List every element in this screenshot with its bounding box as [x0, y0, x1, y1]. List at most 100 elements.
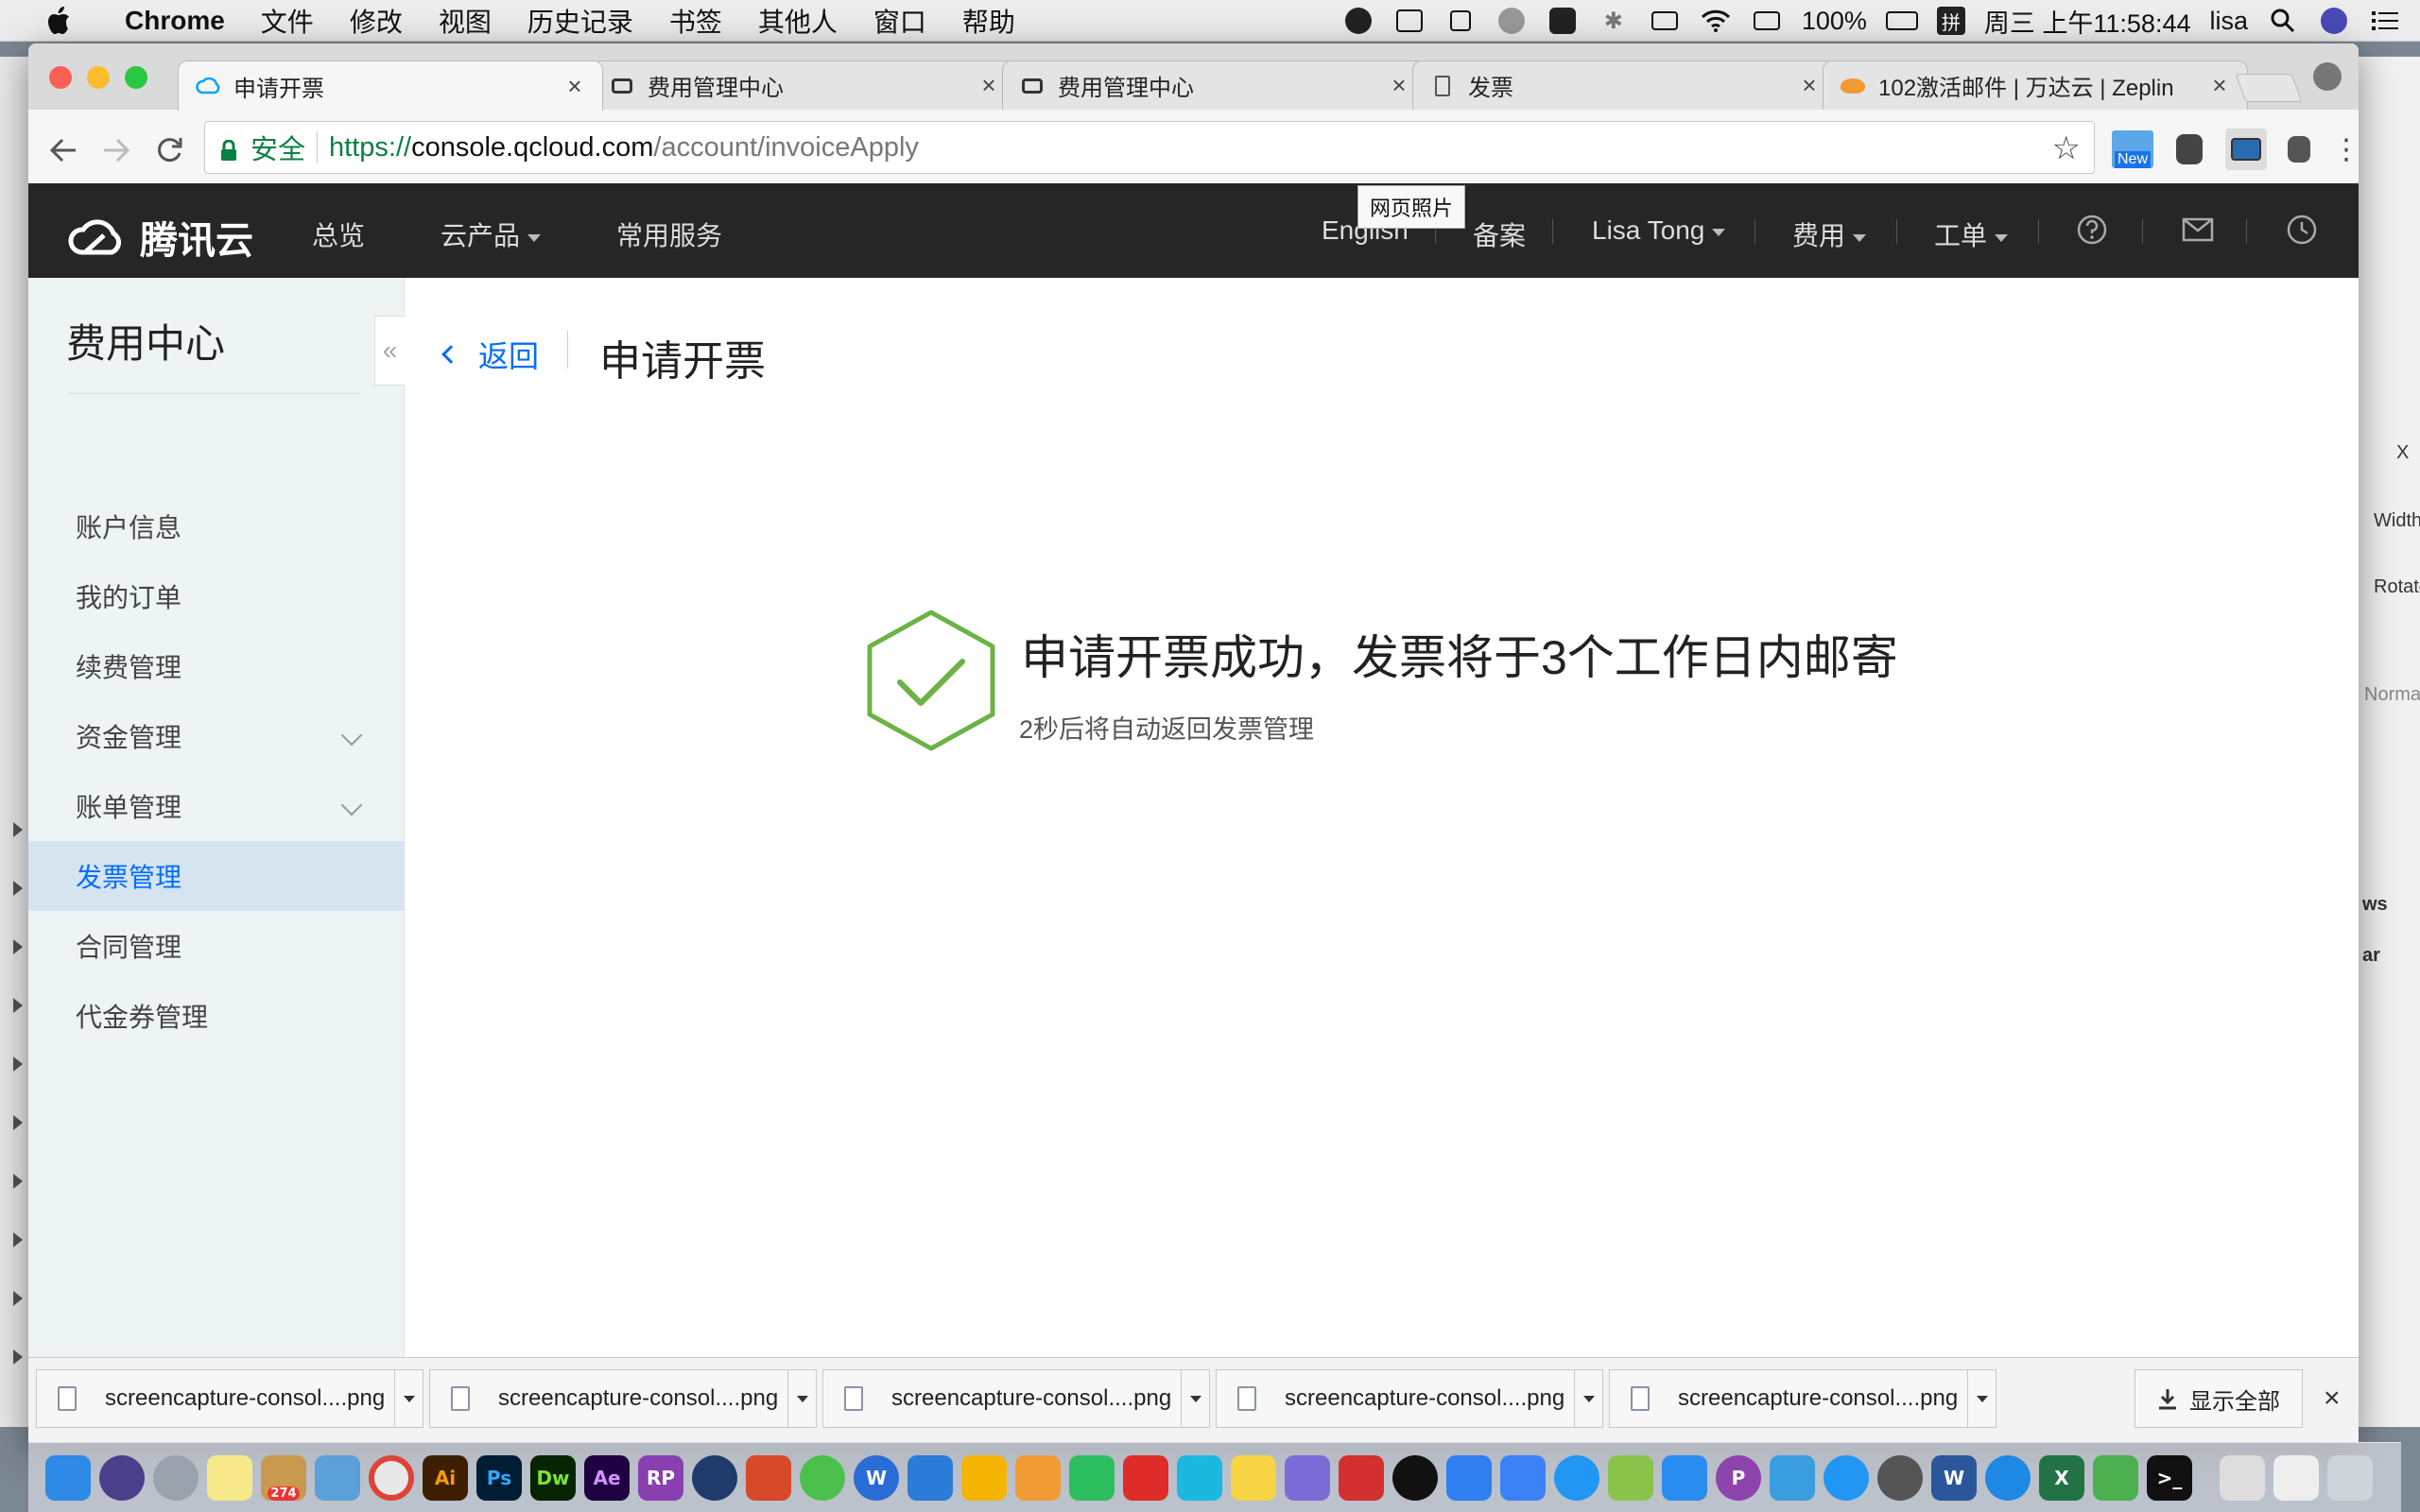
menu-history[interactable]: 历史记录: [527, 2, 633, 40]
word-icon[interactable]: W: [1931, 1454, 1977, 1501]
back-arrow-icon[interactable]: [40, 127, 87, 174]
sidebar-item-vouchers[interactable]: 代金券管理: [28, 981, 405, 1051]
nav-overview[interactable]: 总览: [312, 215, 365, 253]
tab-close-icon[interactable]: ×: [978, 71, 999, 100]
axure-icon[interactable]: RP: [638, 1454, 683, 1501]
evernote-icon[interactable]: [1547, 7, 1579, 35]
menu-edit[interactable]: 修改: [350, 2, 403, 40]
illustrator-icon[interactable]: Ai: [423, 1454, 468, 1501]
notes-icon[interactable]: [207, 1454, 252, 1501]
menu-window[interactable]: 窗口: [873, 2, 926, 40]
download-item[interactable]: screencapture-consol....png: [1609, 1369, 1996, 1428]
bookmark-star-icon[interactable]: ☆: [2052, 129, 2081, 167]
maps-icon[interactable]: [1285, 1454, 1330, 1501]
menu-view[interactable]: 视图: [439, 2, 492, 40]
menu-help[interactable]: 帮助: [962, 2, 1015, 40]
camera-extension-icon[interactable]: [2225, 129, 2267, 170]
sidebar-item-bills[interactable]: 账单管理: [28, 771, 405, 841]
stickies-icon[interactable]: [1231, 1454, 1276, 1501]
wps-icon[interactable]: [1123, 1454, 1168, 1501]
excel-icon[interactable]: X: [2039, 1454, 2084, 1501]
nav-products[interactable]: 云产品: [441, 215, 542, 253]
new-tab-button[interactable]: [2235, 74, 2303, 102]
zoom-window-button[interactable]: [125, 66, 147, 89]
zeplin-icon[interactable]: [1015, 1454, 1061, 1501]
quicktime-icon[interactable]: [692, 1454, 737, 1501]
after-effects-icon[interactable]: Ae: [584, 1454, 630, 1501]
download-menu-button[interactable]: [1181, 1370, 1209, 1427]
download-item[interactable]: screencapture-consol....png: [822, 1369, 1210, 1428]
menu-app-name[interactable]: Chrome: [125, 6, 225, 36]
download-item[interactable]: screencapture-consol....png: [1216, 1369, 1603, 1428]
battery-icon[interactable]: [1885, 7, 1918, 35]
download-menu-button[interactable]: [787, 1370, 816, 1427]
bird-app-icon[interactable]: [908, 1454, 953, 1501]
display-icon[interactable]: [1393, 7, 1426, 35]
wifi-icon[interactable]: [1700, 7, 1732, 35]
safari-icon[interactable]: [1985, 1454, 2031, 1501]
photoshop-icon[interactable]: Ps: [476, 1454, 522, 1501]
wechat-icon[interactable]: [800, 1454, 845, 1501]
android-icon[interactable]: [1608, 1454, 1653, 1501]
sidebar-item-account-info[interactable]: 账户信息: [28, 491, 405, 561]
tab-close-icon[interactable]: ×: [2209, 71, 2230, 100]
wunderlist-icon[interactable]: W: [854, 1454, 899, 1501]
tab-fee-center-1[interactable]: 费用管理中心 ×: [592, 60, 1017, 110]
siri-icon[interactable]: [2318, 7, 2350, 35]
evernote-clipper-icon[interactable]: [2278, 129, 2320, 170]
menu-people[interactable]: 其他人: [758, 2, 838, 40]
nav-common-services[interactable]: 常用服务: [616, 215, 722, 253]
download-item[interactable]: screencapture-consol....png: [429, 1369, 817, 1428]
reload-icon[interactable]: [146, 127, 193, 174]
archive-app-icon[interactable]: 274: [261, 1454, 306, 1501]
download-menu-button[interactable]: [1967, 1370, 1996, 1427]
weibo-icon[interactable]: [1554, 1454, 1599, 1501]
tab-invoice-apply[interactable]: 申请开票 ×: [178, 60, 603, 111]
forward-arrow-icon[interactable]: [93, 127, 140, 174]
finder-icon[interactable]: [45, 1454, 91, 1501]
siri-icon[interactable]: [99, 1454, 145, 1501]
launchpad-icon[interactable]: [153, 1454, 199, 1501]
download-menu-button[interactable]: [1574, 1370, 1602, 1427]
nav-ticket[interactable]: 工单: [1934, 215, 2009, 253]
notification-center-icon[interactable]: [2369, 7, 2401, 35]
evernote-icon[interactable]: [1069, 1454, 1115, 1501]
nav-fee[interactable]: 费用: [1792, 215, 1867, 253]
baidu-netdisk-icon[interactable]: [1446, 1454, 1492, 1501]
profile-avatar-icon[interactable]: [2313, 62, 2342, 91]
memory-icon[interactable]: [1649, 7, 1681, 35]
tab-close-icon[interactable]: ×: [564, 72, 585, 101]
menu-file[interactable]: 文件: [261, 2, 314, 40]
tab-zeplin[interactable]: 102激活邮件 | 万达云 | Zeplin ×: [1823, 60, 2248, 110]
input-method-icon[interactable]: 拼: [1936, 7, 1965, 35]
trash-icon[interactable]: [2327, 1454, 2373, 1501]
minimized-window-icon[interactable]: [2273, 1454, 2319, 1501]
download-menu-button[interactable]: [394, 1370, 423, 1427]
bluetooth-icon[interactable]: ✱: [1598, 7, 1630, 35]
screens-icon[interactable]: [1444, 7, 1477, 35]
teamviewer-icon[interactable]: [1500, 1454, 1546, 1501]
sketch-icon[interactable]: [961, 1454, 1007, 1501]
dolphin-app-icon[interactable]: [1824, 1454, 1869, 1501]
menubar-clock[interactable]: 周三 上午11:58:44: [1984, 3, 2191, 40]
tencent-cloud-logo[interactable]: 腾讯云: [66, 210, 253, 265]
tab-invoice[interactable]: 发票 ×: [1412, 60, 1838, 110]
mail-icon[interactable]: [2180, 212, 2216, 248]
show-all-downloads-button[interactable]: 显示全部: [2135, 1369, 2303, 1428]
minimize-window-button[interactable]: [87, 66, 110, 89]
pencil-app-icon[interactable]: [1662, 1454, 1707, 1501]
new-extension-icon[interactable]: New: [2112, 129, 2153, 170]
download-item[interactable]: screencapture-consol....png: [36, 1369, 424, 1428]
sidebar-item-invoices[interactable]: 发票管理: [28, 841, 405, 911]
xmind-icon[interactable]: [1339, 1454, 1384, 1501]
p-app-icon[interactable]: P: [1716, 1454, 1761, 1501]
tab-close-icon[interactable]: ×: [1389, 71, 1409, 100]
spotlight-search-icon[interactable]: [2267, 7, 2299, 35]
back-link[interactable]: 返回: [441, 333, 539, 376]
sidebar-item-funds[interactable]: 资金管理: [28, 701, 405, 771]
keynote-icon[interactable]: [1770, 1454, 1815, 1501]
sidebar-item-contracts[interactable]: 合同管理: [28, 911, 405, 981]
airplay-icon[interactable]: [1751, 7, 1783, 35]
close-downloads-bar-icon[interactable]: ×: [2324, 1383, 2341, 1415]
clock-icon[interactable]: [2284, 212, 2320, 248]
